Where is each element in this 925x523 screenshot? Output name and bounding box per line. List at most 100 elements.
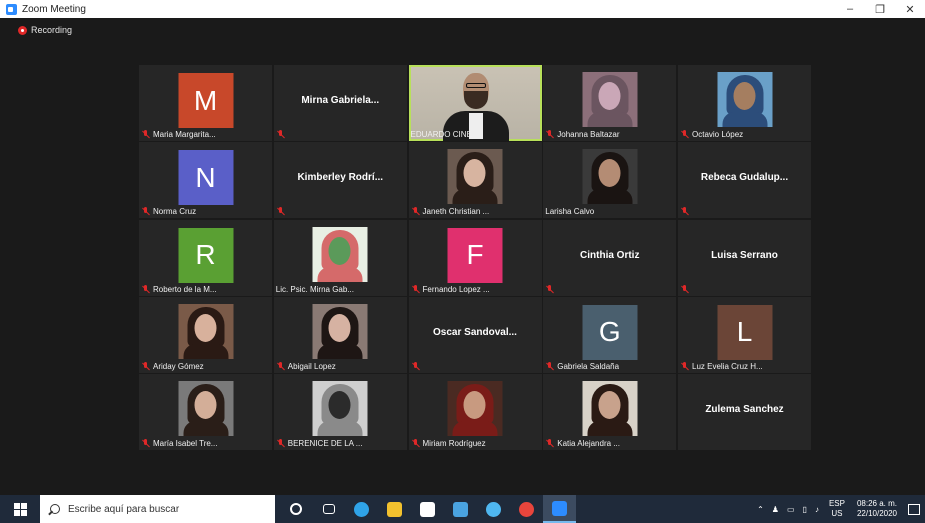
- keyboard-layout: US: [831, 509, 843, 518]
- close-button[interactable]: ✕: [895, 0, 925, 18]
- task-view-icon-glyph: [322, 504, 335, 514]
- clock[interactable]: 08:26 a. m. 22/10/2020: [857, 499, 897, 519]
- maximize-button[interactable]: ❐: [865, 0, 895, 18]
- participant-tile[interactable]: Rebeca Gudalup...: [678, 142, 811, 219]
- file-explorer-icon[interactable]: [378, 495, 411, 523]
- muted-mic-icon: [276, 130, 285, 139]
- participant-name: Octavio López: [692, 130, 744, 139]
- participant-tile[interactable]: Zulema Sanchez: [678, 374, 811, 450]
- participant-label: [411, 361, 423, 371]
- recording-label: Recording: [31, 25, 73, 35]
- participant-tile[interactable]: N Norma Cruz: [139, 142, 272, 219]
- ie-icon[interactable]: [477, 495, 510, 523]
- participant-label: Maria Margarita...: [141, 130, 216, 139]
- muted-mic-icon: [411, 361, 420, 371]
- profile-photo: [178, 303, 233, 359]
- participant-name: Miriam Rodríguez: [422, 439, 486, 448]
- participant-tile[interactable]: Abigail Lopez: [273, 296, 407, 373]
- participant-tile[interactable]: Cinthia Ortiz: [543, 219, 677, 296]
- participant-tile[interactable]: Oscar Sandoval...: [408, 296, 542, 373]
- avatar: F: [447, 227, 503, 283]
- participant-tile[interactable]: Larisha Calvo: [543, 142, 677, 219]
- participant-name: Lic. Psic. Mirna Gab...: [275, 284, 354, 294]
- language-code: ESP: [828, 499, 845, 508]
- clock-date: 22/10/2020: [856, 509, 897, 518]
- participant-tile[interactable]: R Roberto de la M...: [139, 219, 272, 296]
- participant-tile[interactable]: Katia Alejandra ...: [543, 374, 677, 450]
- participant-name: Johanna Baltazar: [557, 130, 620, 139]
- muted-mic-icon: [680, 361, 689, 371]
- notification-center-button[interactable]: [903, 495, 925, 523]
- participant-tile[interactable]: BERENICE DE LA ...: [273, 374, 407, 450]
- profile-photo: [447, 381, 503, 436]
- participant-name: Fernando Lopez ...: [422, 284, 490, 294]
- start-button[interactable]: [0, 495, 40, 523]
- meeting-area: Recording M Maria Margarita... Mirna Gabri…: [0, 18, 925, 495]
- participant-label: [680, 207, 692, 216]
- participant-label: Norma Cruz: [141, 207, 196, 216]
- zoom-icon-glyph: [552, 500, 567, 516]
- search-icon: [50, 504, 60, 514]
- participant-tile[interactable]: M Maria Margarita...: [139, 65, 272, 141]
- participant-label: [276, 130, 288, 139]
- recording-indicator[interactable]: Recording: [18, 25, 72, 35]
- windows-taskbar: Escribe aquí para buscar ⌃ ♟ ▭ ▯ ♪ ESP U…: [0, 495, 925, 523]
- participant-label: Miriam Rodríguez: [411, 439, 486, 448]
- participant-name: Norma Cruz: [153, 207, 197, 217]
- system-tray: ⌃ ♟ ▭ ▯ ♪ ESP US 08:26 a. m. 22/10/2020: [753, 495, 925, 523]
- participant-tile[interactable]: Mirna Gabriela...: [273, 65, 407, 141]
- windows-logo-icon: [13, 502, 27, 516]
- window-title: Zoom Meeting: [22, 3, 86, 15]
- minimize-button[interactable]: –: [835, 0, 865, 18]
- zoom-app-icon: [6, 3, 17, 15]
- participant-tile[interactable]: EDUARDO CINE: [408, 65, 542, 141]
- profile-photo: [717, 72, 772, 127]
- muted-mic-icon: [680, 130, 689, 139]
- chrome-icon-glyph: [519, 501, 534, 517]
- participant-tile[interactable]: Miriam Rodríguez: [408, 374, 542, 450]
- participant-tile[interactable]: Janeth Christian ...: [408, 142, 542, 219]
- network-icon[interactable]: ▭: [787, 505, 795, 514]
- zoom-icon[interactable]: [543, 495, 576, 523]
- participant-tile[interactable]: Luisa Serrano: [678, 219, 811, 296]
- cortana-icon[interactable]: [279, 495, 312, 523]
- participant-tile[interactable]: Lic. Psic. Mirna Gab...: [273, 219, 407, 296]
- task-view-icon[interactable]: [312, 495, 345, 523]
- edge-icon[interactable]: [345, 495, 378, 523]
- profile-photo: [582, 149, 638, 205]
- battery-icon[interactable]: ▯: [803, 505, 807, 514]
- cortana-icon-glyph: [289, 503, 302, 515]
- participant-tile[interactable]: L Luz Evelia Cruz H...: [678, 296, 811, 373]
- participant-label: Janeth Christian ...: [411, 207, 489, 216]
- muted-mic-icon: [141, 361, 150, 371]
- participant-tile[interactable]: F Fernando Lopez ...: [408, 219, 542, 296]
- participant-label: Fernando Lopez ...: [411, 284, 490, 294]
- chrome-icon[interactable]: [510, 495, 543, 523]
- participant-label: Larisha Calvo: [545, 207, 594, 216]
- participant-label: Katia Alejandra ...: [545, 439, 620, 448]
- notification-icon: [908, 503, 920, 515]
- participant-tile[interactable]: Octavio López: [678, 65, 811, 141]
- participant-name: Gabriela Saldaña: [557, 361, 620, 371]
- participant-tile[interactable]: Johanna Baltazar: [543, 65, 677, 141]
- participant-tile[interactable]: Kimberley Rodrí...: [273, 142, 407, 219]
- participant-tile[interactable]: G Gabriela Saldaña: [543, 296, 677, 373]
- taskbar-search[interactable]: Escribe aquí para buscar: [40, 495, 275, 523]
- recording-icon: [18, 25, 27, 35]
- participant-label: EDUARDO CINE: [411, 130, 472, 139]
- mail-icon[interactable]: [444, 495, 477, 523]
- muted-mic-icon: [141, 284, 150, 294]
- participant-tile[interactable]: Ariday Gómez: [139, 296, 272, 373]
- participant-tile[interactable]: María Isabel Tre...: [139, 374, 272, 450]
- muted-mic-icon: [680, 284, 689, 294]
- participant-label: Lic. Psic. Mirna Gab...: [276, 285, 354, 294]
- participant-label: [276, 207, 288, 216]
- chevron-up-icon[interactable]: ⌃: [757, 505, 764, 514]
- participant-display-name: Rebeca Gudalup...: [700, 172, 789, 184]
- people-icon[interactable]: ♟: [772, 505, 779, 514]
- store-icon-glyph: [420, 501, 435, 517]
- participant-name: Luz Evelia Cruz H...: [692, 361, 763, 371]
- language-indicator[interactable]: ESP US: [829, 499, 845, 519]
- volume-icon[interactable]: ♪: [815, 505, 819, 514]
- store-icon[interactable]: [411, 495, 444, 523]
